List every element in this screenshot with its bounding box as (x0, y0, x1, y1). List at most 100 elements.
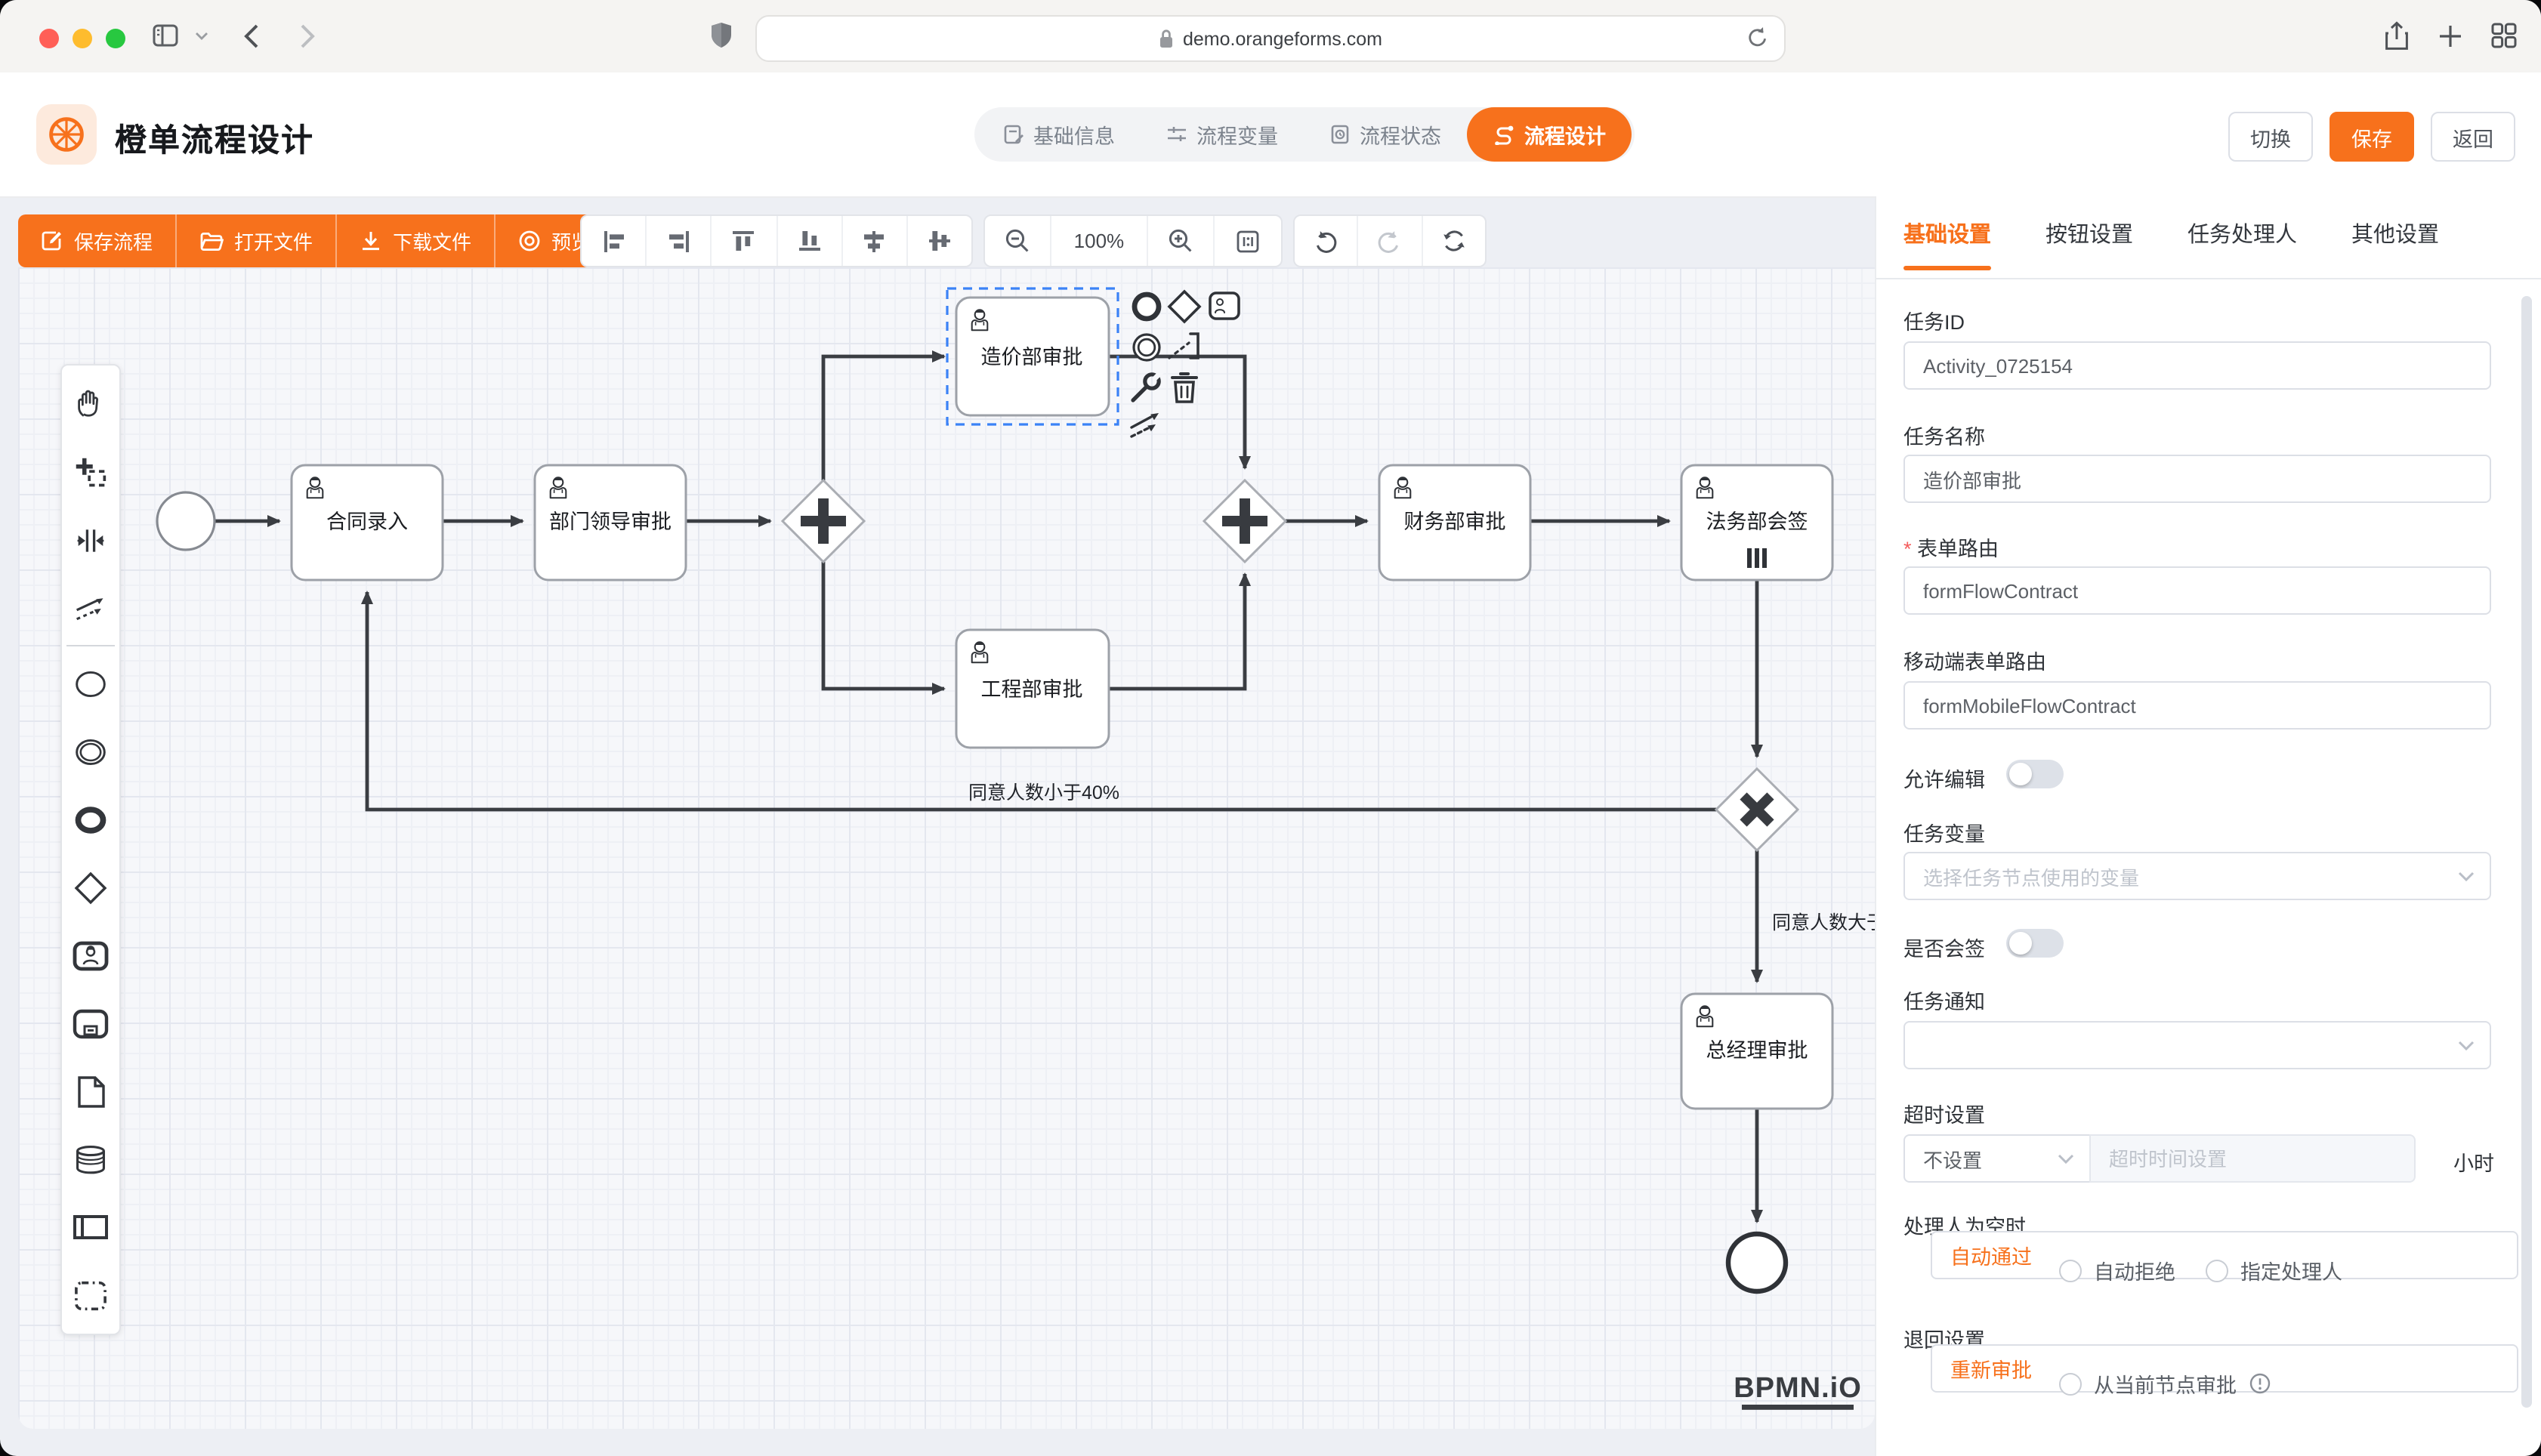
radio-from-current-node[interactable]: 从当前节点审批 (2059, 1368, 2270, 1399)
timeout-mode-select[interactable]: 不设置 (1903, 1134, 2091, 1183)
align-left-button[interactable] (582, 216, 645, 266)
align-bottom-button[interactable] (776, 216, 841, 266)
form-route-label: 表单路由 (1903, 532, 1999, 562)
bpmn-canvas[interactable]: 同意人数小于40% 同意人数大于40% 合同录入 部门领导审批 (18, 267, 1875, 1429)
start-event[interactable] (157, 492, 215, 550)
pad-append-end-event[interactable] (1135, 295, 1159, 319)
mobile-form-route-input[interactable] (1903, 681, 2491, 730)
history-toolbar (1293, 214, 1487, 267)
preview-icon (518, 230, 541, 252)
form-route-input[interactable] (1903, 566, 2491, 615)
select-value: 不设置 (1923, 1144, 1982, 1173)
task-notify-select[interactable] (1903, 1021, 2491, 1069)
flow-gateway1-to-cost[interactable] (823, 356, 944, 480)
download-file-button[interactable]: 下载文件 (335, 214, 494, 267)
button-label: 下载文件 (393, 227, 471, 255)
svg-text:BPMN.iO: BPMN.iO (1734, 1372, 1862, 1404)
parallel-gateway-split[interactable] (783, 480, 864, 562)
task-general-manager[interactable]: 总经理审批 (1681, 994, 1832, 1109)
reset-button[interactable] (1421, 216, 1485, 266)
align-center-vertical-button[interactable] (906, 216, 971, 266)
bpmn-io-logo[interactable]: BPMN.iO (1734, 1372, 1862, 1410)
timeout-value-input[interactable] (2089, 1134, 2416, 1183)
align-right-button[interactable] (645, 216, 710, 266)
header-tab-group: 基础信息 流程变量 流程状态 流程设计 (974, 107, 1635, 162)
align-toolbar (580, 214, 973, 267)
end-event[interactable] (1728, 1234, 1786, 1291)
task-variable-select[interactable]: 选择任务节点使用的变量 (1903, 852, 2491, 900)
tab-overview-icon[interactable] (2491, 23, 2517, 48)
task-finance-dept[interactable]: 财务部审批 (1379, 465, 1530, 580)
panel-tab-assignee[interactable]: 任务处理人 (2187, 217, 2297, 270)
flow-gateway1-to-engineering[interactable] (823, 562, 944, 689)
zoom-level[interactable]: 100% (1050, 216, 1146, 266)
forward-icon[interactable] (299, 23, 316, 50)
flow-cost-to-gateway2[interactable] (1109, 356, 1245, 468)
switch-button[interactable]: 切换 (2228, 112, 2313, 162)
chevron-down-icon[interactable] (195, 32, 208, 41)
tab-process-variables[interactable]: 流程变量 (1141, 107, 1304, 162)
redo-button[interactable] (1357, 216, 1422, 266)
refresh-icon[interactable] (1746, 26, 1769, 50)
pad-append-text-annotation[interactable] (1169, 334, 1198, 358)
info-icon[interactable] (2249, 1373, 2270, 1394)
task-name-input[interactable] (1903, 455, 2491, 503)
task-id-label: 任务ID (1903, 305, 1965, 335)
radio-assign-handler[interactable]: 指定处理人 (2206, 1255, 2342, 1285)
save-button[interactable]: 保存 (2330, 112, 2414, 162)
svg-text:合同录入: 合同录入 (326, 511, 408, 533)
panel-divider (1876, 278, 2541, 279)
flow-engineering-to-gateway2[interactable] (1109, 574, 1245, 689)
panel-tab-other[interactable]: 其他设置 (2351, 217, 2439, 270)
pad-append-gateway[interactable] (1169, 292, 1199, 322)
back-button[interactable]: 返回 (2431, 112, 2515, 162)
parallel-gateway-join[interactable] (1204, 480, 1286, 562)
radio-auto-reject[interactable]: 自动拒绝 (2059, 1255, 2175, 1285)
open-file-button[interactable]: 打开文件 (175, 214, 335, 267)
task-legal-dept[interactable]: 法务部会签 (1681, 465, 1832, 580)
back-icon[interactable] (243, 23, 260, 50)
url-bar[interactable]: demo.orangeforms.com (755, 15, 1786, 62)
save-flow-button[interactable]: 保存流程 (18, 214, 175, 267)
doc-clock-icon (1329, 124, 1351, 145)
close-window-button[interactable] (39, 29, 59, 48)
pad-delete-trash[interactable] (1172, 374, 1196, 402)
maximize-window-button[interactable] (106, 29, 125, 48)
pad-append-intermediate-event[interactable] (1134, 335, 1159, 360)
panel-tab-buttons[interactable]: 按钮设置 (2045, 217, 2133, 270)
sidebar-toggle-icon[interactable] (153, 24, 178, 47)
task-variable-label: 任务变量 (1903, 817, 1985, 847)
svg-text:法务部会签: 法务部会签 (1706, 511, 1808, 533)
zoom-out-button[interactable] (985, 216, 1050, 266)
allow-edit-toggle[interactable] (2006, 760, 2064, 788)
tab-process-design[interactable]: 流程设计 (1467, 107, 1632, 162)
pad-connect-tool[interactable] (1132, 413, 1159, 436)
panel-tab-basic[interactable]: 基础设置 (1903, 217, 1991, 270)
new-tab-icon[interactable] (2438, 24, 2462, 48)
countersign-toggle[interactable] (2006, 929, 2064, 958)
task-cost-dept[interactable]: 造价部审批 (947, 288, 1118, 424)
exclusive-gateway[interactable] (1716, 769, 1798, 850)
task-engineering-dept[interactable]: 工程部审批 (956, 630, 1109, 748)
task-contract-entry[interactable]: 合同录入 (292, 465, 443, 580)
task-id-input[interactable] (1903, 341, 2491, 390)
task-dept-leader[interactable]: 部门领导审批 (535, 465, 686, 580)
share-icon[interactable] (2384, 21, 2410, 51)
pad-append-task[interactable] (1210, 293, 1239, 319)
align-top-button[interactable] (711, 216, 776, 266)
panel-scrollbar[interactable] (2521, 296, 2532, 1408)
tab-basic-info[interactable]: 基础信息 (977, 107, 1141, 162)
zoom-in-button[interactable] (1147, 216, 1213, 266)
countersign-label: 是否会签 (1903, 932, 1985, 962)
chevron-down-icon (2458, 871, 2475, 881)
align-center-horizontal-button[interactable] (841, 216, 906, 266)
edge-label-gt40: 同意人数大于40% (1772, 912, 1875, 933)
pad-change-type-wrench[interactable] (1133, 372, 1162, 400)
zoom-fit-button[interactable] (1213, 216, 1281, 266)
shield-icon[interactable] (710, 21, 733, 50)
context-pad (1132, 292, 1239, 436)
minimize-window-button[interactable] (73, 29, 92, 48)
undo-button[interactable] (1295, 216, 1357, 266)
app-logo (36, 104, 97, 165)
tab-process-status[interactable]: 流程状态 (1304, 107, 1467, 162)
